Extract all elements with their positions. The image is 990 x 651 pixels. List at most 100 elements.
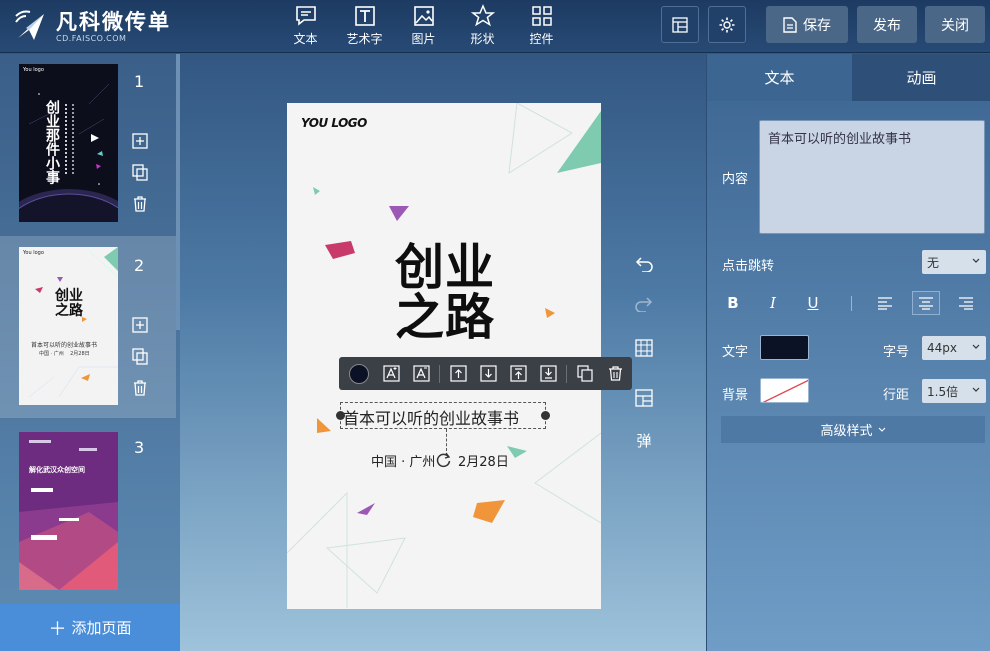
font-increase-icon[interactable] <box>376 357 406 390</box>
tool-image-label: 图片 <box>411 32 436 46</box>
thumb-meta-2: 中国 · 广州 2月28日 <box>39 351 90 357</box>
design-canvas[interactable]: YOU LOGO 创业 之路 首本可以听的创业故事书 中国 · 广州 2月28日 <box>287 103 601 609</box>
font-size-label: 字号 <box>883 345 910 360</box>
settings-button[interactable] <box>708 6 746 43</box>
bring-to-front-icon[interactable] <box>503 357 533 390</box>
text-color-label: 文字 <box>722 345 749 360</box>
tab-animation[interactable]: 动画 <box>852 54 990 101</box>
canvas-headline-line1[interactable]: 创业 <box>395 243 495 293</box>
document-icon <box>783 16 797 33</box>
rotate-handle-icon[interactable] <box>436 452 452 468</box>
undo-icon[interactable] <box>630 252 658 276</box>
jump-select[interactable]: 无 <box>922 250 986 274</box>
align-right-icon[interactable] <box>952 291 980 315</box>
page-item-3[interactable]: 解化武汉众创空间 3 <box>0 418 176 600</box>
canvas-subtitle: 首本可以听的创业故事书 <box>343 409 520 428</box>
editor-app: 凡科微传单 CD.FAISCO.COM 文本 艺术字 图片 形状 控件 保存 发… <box>0 0 990 651</box>
page-thumbnail-1[interactable]: You logo 创业那件小事 <box>19 64 118 222</box>
element-toolbar <box>339 357 632 390</box>
copy-page-icon[interactable] <box>131 347 149 365</box>
brand-title: 凡科微传单 <box>56 9 171 34</box>
canvas-headline-line2[interactable]: 之路 <box>395 293 495 343</box>
advanced-style-label: 高级样式 <box>820 424 873 439</box>
underline-button[interactable]: U <box>799 291 827 315</box>
add-page-icon[interactable] <box>131 132 149 150</box>
bold-button[interactable]: B <box>719 291 747 315</box>
page-thumbnail-3[interactable]: 解化武汉众创空间 <box>19 432 118 590</box>
star-icon <box>470 4 495 27</box>
delete-page-icon[interactable] <box>131 195 149 213</box>
page-thumbnail-2[interactable]: You logo 创业之路 首本可以听的创业故事书 中国 · 广州 2月28日 <box>19 247 118 405</box>
font-size-select[interactable]: 44px <box>922 336 986 360</box>
tool-art-text[interactable]: 艺术字 <box>335 2 394 50</box>
close-button[interactable]: 关闭 <box>925 6 985 43</box>
canvas-decoration <box>287 103 601 608</box>
thumb-title-1: 创业那件小事 <box>44 100 60 184</box>
selected-text-box[interactable]: 首本可以听的创业故事书 <box>336 402 550 451</box>
properties-panel: 文本 动画 内容 首本可以听的创业故事书 点击跳转 无 B I U 文字 字号 … <box>706 54 990 651</box>
line-height-select[interactable]: 1.5倍 <box>922 379 986 403</box>
align-center-icon[interactable] <box>912 291 940 315</box>
page-list: You logo 创业那件小事 1 You logo 创业之路 首本可以听的创业… <box>0 54 180 651</box>
duplicate-icon[interactable] <box>570 357 600 390</box>
image-icon <box>413 6 434 26</box>
canvas-logo[interactable]: YOU LOGO <box>301 116 367 130</box>
insert-toolbar: 文本 艺术字 图片 形状 控件 <box>276 2 571 50</box>
canvas-location[interactable]: 中国 · 广州 <box>371 451 435 470</box>
italic-button[interactable]: I <box>759 291 787 315</box>
delete-page-icon[interactable] <box>131 379 149 397</box>
thumb-logo-1: You logo <box>23 67 44 73</box>
jump-select-value: 无 <box>927 255 940 270</box>
advanced-style-toggle[interactable]: 高级样式 <box>721 416 985 443</box>
redo-icon[interactable] <box>630 292 658 316</box>
font-decrease-icon[interactable] <box>406 357 436 390</box>
align-left-icon[interactable] <box>871 291 899 315</box>
text-color-swatch[interactable] <box>344 357 374 390</box>
jump-label: 点击跳转 <box>722 259 775 274</box>
tool-text[interactable]: 文本 <box>276 2 335 50</box>
page-list-scrollbar[interactable] <box>176 54 180 330</box>
line-height-value: 1.5倍 <box>927 384 959 399</box>
thumb-title-3: 解化武汉众创空间 <box>29 466 85 474</box>
thumb-logo-2: You logo <box>23 250 44 256</box>
resize-handle-right[interactable] <box>541 411 550 420</box>
tool-shape[interactable]: 形状 <box>453 2 512 50</box>
chevron-down-icon <box>878 427 885 432</box>
text-color-picker[interactable] <box>760 335 809 360</box>
add-page-button[interactable]: ＋ 添加页面 <box>0 604 180 651</box>
content-textarea[interactable]: 首本可以听的创业故事书 <box>759 120 985 234</box>
save-button[interactable]: 保存 <box>766 6 848 43</box>
page-number-3: 3 <box>134 438 145 457</box>
close-label: 关闭 <box>941 17 969 34</box>
background-color-picker[interactable] <box>760 378 809 403</box>
brand-logo[interactable]: 凡科微传单 CD.FAISCO.COM <box>12 8 171 44</box>
add-page-icon[interactable] <box>131 316 149 334</box>
tab-text[interactable]: 文本 <box>707 54 852 101</box>
popup-button[interactable]: 弹 <box>630 428 658 452</box>
tool-image[interactable]: 图片 <box>394 2 453 50</box>
grid-toggle-icon[interactable] <box>630 336 658 360</box>
bring-forward-icon[interactable] <box>443 357 473 390</box>
canvas-date[interactable]: 2月28日 <box>458 451 509 470</box>
background-label: 背景 <box>722 388 749 403</box>
send-to-back-icon[interactable] <box>533 357 563 390</box>
layout-button[interactable] <box>661 6 699 43</box>
page-item-1[interactable]: You logo 创业那件小事 1 <box>0 54 176 236</box>
delete-element-icon[interactable] <box>600 357 630 390</box>
layout-icon <box>672 16 688 33</box>
paper-plane-logo-icon <box>12 8 48 44</box>
resize-handle-left[interactable] <box>336 411 345 420</box>
tool-widget[interactable]: 控件 <box>512 2 571 50</box>
chevron-down-icon <box>972 387 980 392</box>
page-item-2[interactable]: You logo 创业之路 首本可以听的创业故事书 中国 · 广州 2月28日 … <box>0 236 176 418</box>
layers-icon[interactable] <box>630 386 658 410</box>
gear-icon <box>719 17 735 32</box>
font-size-value: 44px <box>927 341 957 355</box>
send-backward-icon[interactable] <box>473 357 503 390</box>
chevron-down-icon <box>972 344 980 349</box>
tool-art-text-label: 艺术字 <box>346 32 383 46</box>
copy-page-icon[interactable] <box>131 163 149 181</box>
chevron-down-icon <box>972 258 980 263</box>
publish-button[interactable]: 发布 <box>857 6 917 43</box>
brand-subtitle: CD.FAISCO.COM <box>56 33 127 43</box>
